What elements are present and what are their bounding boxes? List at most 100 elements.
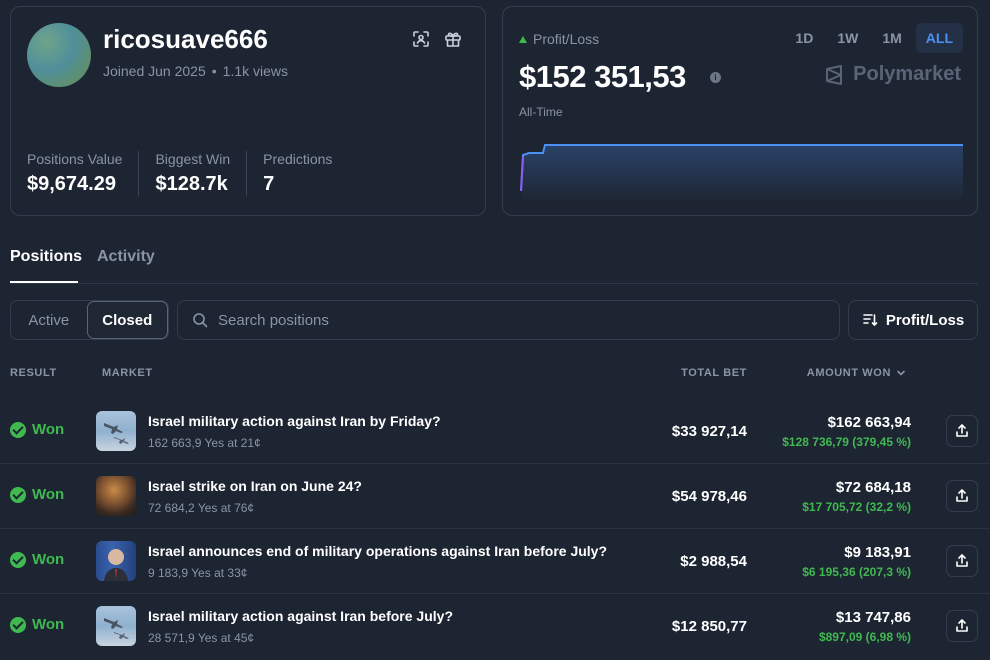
result-label: Won bbox=[32, 551, 65, 568]
filter-closed-button[interactable]: Closed bbox=[86, 301, 168, 339]
filter-active-button[interactable]: Active bbox=[11, 301, 87, 339]
profit-amount: $17 705,72 (32,2 %) bbox=[802, 500, 911, 514]
profit-loss-title: Profit/Loss bbox=[533, 31, 600, 47]
check-circle-icon bbox=[10, 616, 26, 633]
market-subtitle: 72 684,2 Yes at 76¢ bbox=[148, 501, 255, 515]
result-label: Won bbox=[32, 421, 65, 438]
chevron-down-icon bbox=[897, 370, 905, 376]
table-row[interactable]: Won Israel announces end of military ope… bbox=[0, 529, 990, 594]
share-button[interactable] bbox=[946, 610, 978, 642]
market-subtitle: 9 183,9 Yes at 33¢ bbox=[148, 566, 248, 580]
stat-label: Predictions bbox=[263, 151, 333, 167]
sort-button[interactable]: Profit/Loss bbox=[848, 300, 978, 340]
profile-card: ricosuave666 Joined Jun 2025 • 1.1k views … bbox=[10, 6, 486, 216]
table-row[interactable]: Won Israel military action against Iran … bbox=[0, 399, 990, 464]
share-icon bbox=[956, 619, 968, 632]
gift-icon[interactable] bbox=[443, 29, 463, 49]
scan-icon[interactable] bbox=[411, 29, 431, 49]
check-circle-icon bbox=[10, 421, 26, 438]
brand-name: Polymarket bbox=[853, 63, 961, 85]
username: ricosuave666 bbox=[103, 24, 268, 54]
triangle-up-icon bbox=[519, 35, 527, 43]
stat-value: $9,674.29 bbox=[27, 173, 116, 195]
market-image bbox=[96, 411, 136, 451]
total-bet: $12 850,77 bbox=[671, 618, 747, 635]
range-1w[interactable]: 1W bbox=[827, 23, 868, 53]
profile-stats: Positions Value $9,674.29 Biggest Win $1… bbox=[27, 151, 364, 196]
polymarket-logo-icon bbox=[826, 64, 843, 85]
result-badge: Won bbox=[10, 616, 64, 633]
market-title[interactable]: Israel announces end of military operati… bbox=[148, 543, 607, 559]
fighter-jets-icon bbox=[104, 423, 129, 444]
sort-label: Profit/Loss bbox=[885, 311, 965, 329]
total-bet: $2 988,54 bbox=[680, 553, 747, 570]
profit-loss-label: Profit/Loss bbox=[519, 31, 599, 47]
range-1m[interactable]: 1M bbox=[872, 23, 911, 53]
stat-value: 7 bbox=[263, 173, 275, 195]
result-label: Won bbox=[32, 486, 65, 503]
amount-won: $162 663,94 bbox=[827, 414, 911, 431]
table-row[interactable]: Won Israel strike on Iran on June 24? 72… bbox=[0, 464, 990, 529]
tab-activity[interactable]: Activity bbox=[97, 248, 155, 266]
stat-positions-value: Positions Value $9,674.29 bbox=[27, 151, 140, 196]
tab-positions[interactable]: Positions bbox=[10, 248, 82, 266]
views-count: 1.1k views bbox=[222, 63, 289, 79]
header-amount-won[interactable]: AMOUNT WON bbox=[807, 367, 906, 379]
result-badge: Won bbox=[10, 551, 64, 568]
share-button[interactable] bbox=[946, 480, 978, 512]
profit-amount: $6 195,36 (207,3 %) bbox=[802, 565, 911, 579]
stat-label: Positions Value bbox=[27, 151, 123, 167]
total-bet: $33 927,14 bbox=[671, 423, 747, 440]
table-row[interactable]: Won Israel military action against Iran … bbox=[0, 594, 990, 659]
share-icon bbox=[956, 554, 968, 567]
joined-date: Joined Jun 2025 bbox=[103, 63, 206, 79]
share-button[interactable] bbox=[946, 415, 978, 447]
share-icon bbox=[956, 424, 968, 437]
header-result: RESULT bbox=[10, 367, 57, 379]
stat-predictions: Predictions 7 bbox=[263, 151, 348, 196]
sort-icon bbox=[863, 314, 878, 327]
stat-biggest-win: Biggest Win $128.7k bbox=[155, 151, 248, 196]
header-total-bet[interactable]: TOTAL BET bbox=[681, 367, 747, 379]
tabs: Positions Activity bbox=[10, 240, 978, 284]
fighter-jets-icon bbox=[104, 618, 129, 639]
market-title[interactable]: Israel military action against Iran befo… bbox=[148, 608, 453, 624]
total-bet: $54 978,46 bbox=[671, 488, 747, 505]
result-label: Won bbox=[32, 616, 65, 633]
share-button[interactable] bbox=[946, 545, 978, 577]
header-market: MARKET bbox=[102, 367, 153, 379]
search-bar bbox=[177, 300, 840, 340]
profit-amount: $897,09 (6,98 %) bbox=[818, 630, 911, 644]
check-circle-icon bbox=[10, 551, 26, 568]
amount-won: $13 747,86 bbox=[835, 609, 911, 626]
market-subtitle: 28 571,9 Yes at 45¢ bbox=[148, 631, 255, 645]
info-icon[interactable]: i bbox=[710, 72, 721, 83]
search-icon bbox=[193, 313, 208, 328]
range-1d[interactable]: 1D bbox=[785, 23, 823, 53]
profit-loss-sparkline bbox=[520, 144, 963, 199]
market-title[interactable]: Israel military action against Iran by F… bbox=[148, 413, 441, 429]
meta-separator: • bbox=[211, 63, 217, 79]
avatar[interactable] bbox=[27, 23, 91, 87]
stat-label: Biggest Win bbox=[155, 151, 231, 167]
range-selector: 1D 1W 1M ALL bbox=[785, 23, 963, 53]
profit-loss-card: Profit/Loss $152 351,53 i All-Time 1D 1W… bbox=[502, 6, 978, 216]
profit-loss-value: $152 351,53 bbox=[519, 59, 686, 94]
stat-value: $128.7k bbox=[155, 173, 228, 195]
market-title[interactable]: Israel strike on Iran on June 24? bbox=[148, 478, 362, 494]
profile-meta: Joined Jun 2025 • 1.1k views bbox=[103, 63, 288, 79]
market-image bbox=[96, 606, 136, 646]
tab-underline bbox=[10, 281, 78, 283]
header-amount-won-label: AMOUNT WON bbox=[806, 367, 891, 379]
search-input[interactable] bbox=[218, 311, 818, 329]
market-image bbox=[96, 476, 136, 516]
sparkline-area bbox=[521, 145, 963, 199]
profit-amount: $128 736,79 (379,45 %) bbox=[782, 435, 911, 449]
market-image bbox=[96, 541, 136, 581]
amount-won: $72 684,18 bbox=[835, 479, 911, 496]
result-badge: Won bbox=[10, 421, 64, 438]
range-all[interactable]: ALL bbox=[915, 23, 963, 53]
amount-won: $9 183,91 bbox=[844, 544, 911, 561]
period-label: All-Time bbox=[519, 105, 563, 119]
share-icon bbox=[956, 489, 968, 502]
